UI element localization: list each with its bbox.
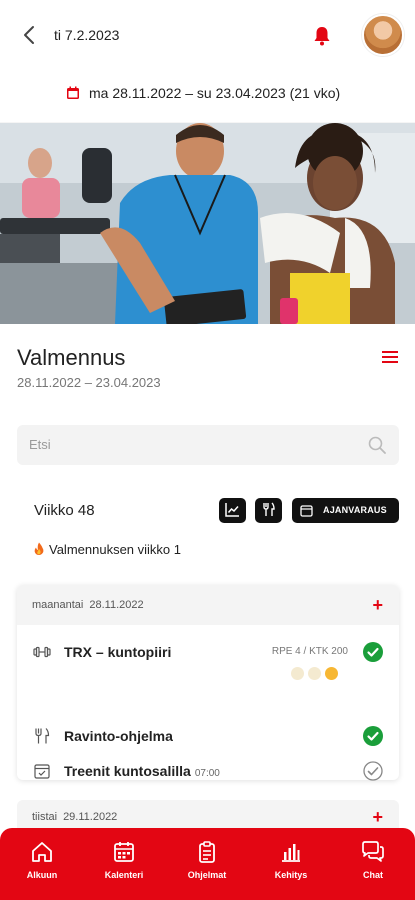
nav-label: Alkuun [26, 870, 58, 880]
activity-label: Ravinto-ohjelma [64, 728, 173, 744]
day-title: maanantai 28.11.2022 [32, 599, 144, 611]
hamburger-menu-icon[interactable] [380, 348, 400, 366]
activity-row-gym[interactable]: Treenit kuntosalilla 07:00 [17, 756, 399, 786]
search-placeholder: Etsi [29, 437, 51, 452]
current-date: ti 7.2.2023 [54, 27, 120, 43]
day-title: tiistai 29.11.2022 [32, 811, 117, 823]
nav-label: Kalenteri [104, 870, 144, 880]
emoji-happy-icon [325, 667, 338, 680]
calendar-check-icon [33, 762, 51, 780]
chat-icon [362, 841, 384, 862]
fire-icon [33, 542, 45, 555]
nav-label: Kehitys [274, 870, 308, 880]
calendar-icon [114, 842, 134, 862]
booking-button[interactable]: AJANVARAUS [292, 498, 399, 523]
calendar-icon [66, 86, 80, 100]
nav-label: Ohjelmat [187, 870, 227, 880]
line-chart-icon [225, 503, 239, 517]
nav-label: Chat [363, 870, 383, 880]
day-header: maanantai 28.11.2022 + [17, 585, 399, 625]
coaching-dates: 28.11.2022 – 23.04.2023 [17, 375, 161, 390]
back-arrow-icon[interactable] [18, 23, 42, 47]
clipboard-icon [199, 841, 215, 863]
coaching-week-label: Valmennuksen viikko 1 [49, 542, 181, 557]
bar-chart-icon [282, 844, 300, 862]
day-weekday: maanantai [32, 599, 84, 611]
progress-chart-button[interactable] [219, 498, 246, 523]
activity-label: Treenit kuntosalilla 07:00 [64, 763, 220, 779]
nutrition-button[interactable] [255, 498, 282, 523]
page-title: Valmennus [17, 345, 126, 370]
nav-chat[interactable]: Chat [338, 840, 408, 890]
coaching-week: Valmennuksen viikko 1 [33, 542, 181, 557]
avatar[interactable] [362, 14, 404, 56]
booking-label: AJANVARAUS [323, 505, 387, 515]
week-label: Viikko 48 [34, 502, 95, 519]
home-icon [32, 842, 52, 862]
check-done-icon[interactable] [363, 642, 383, 662]
calendar-icon [300, 505, 313, 517]
activity-row-nutrition[interactable]: Ravinto-ohjelma [17, 721, 399, 751]
nav-programs[interactable]: Ohjelmat [172, 840, 242, 890]
search-icon[interactable] [367, 435, 387, 455]
emoji-neutral-icon [308, 667, 321, 680]
day-card-monday: maanantai 28.11.2022 + TRX – kuntopiiri R… [17, 585, 399, 781]
dumbbell-icon [33, 643, 51, 661]
nav-calendar[interactable]: Kalenteri [89, 840, 159, 890]
cutlery-icon [33, 727, 51, 745]
search-input[interactable]: Etsi [17, 425, 399, 465]
nav-progress[interactable]: Kehitys [256, 840, 326, 890]
activity-title: Treenit kuntosalilla [64, 763, 191, 779]
day-date: 29.11.2022 [63, 811, 118, 823]
add-activity-button[interactable]: + [372, 596, 383, 614]
activity-meta: RPE 4 / KTK 200 [271, 646, 348, 657]
nav-home[interactable]: Alkuun [7, 840, 77, 890]
bottom-navigation: Alkuun Kalenteri Ohjelmat Kehitys Chat [0, 828, 415, 900]
activity-row-trx[interactable]: TRX – kuntopiiri RPE 4 / KTK 200 [17, 637, 399, 667]
check-pending-icon[interactable] [363, 761, 383, 781]
activity-time: 07:00 [194, 768, 220, 779]
emoji-neutral-icon [291, 667, 304, 680]
main-content: Valmennus 28.11.2022 – 23.04.2023 Etsi V… [0, 324, 415, 900]
hero-image [0, 123, 415, 324]
activity-label: TRX – kuntopiiri [64, 644, 172, 660]
period-range: ma 28.11.2022 – su 23.04.2023 (21 vko) [89, 85, 341, 101]
top-bar: ti 7.2.2023 [0, 0, 415, 70]
day-weekday: tiistai [32, 811, 58, 823]
period-bar: ma 28.11.2022 – su 23.04.2023 (21 vko) [0, 70, 415, 122]
mood-emojis [287, 667, 338, 685]
bell-icon[interactable] [310, 24, 334, 48]
add-activity-button[interactable]: + [372, 808, 383, 826]
check-done-icon[interactable] [363, 726, 383, 746]
cutlery-icon [263, 502, 275, 516]
day-date: 28.11.2022 [89, 599, 144, 611]
